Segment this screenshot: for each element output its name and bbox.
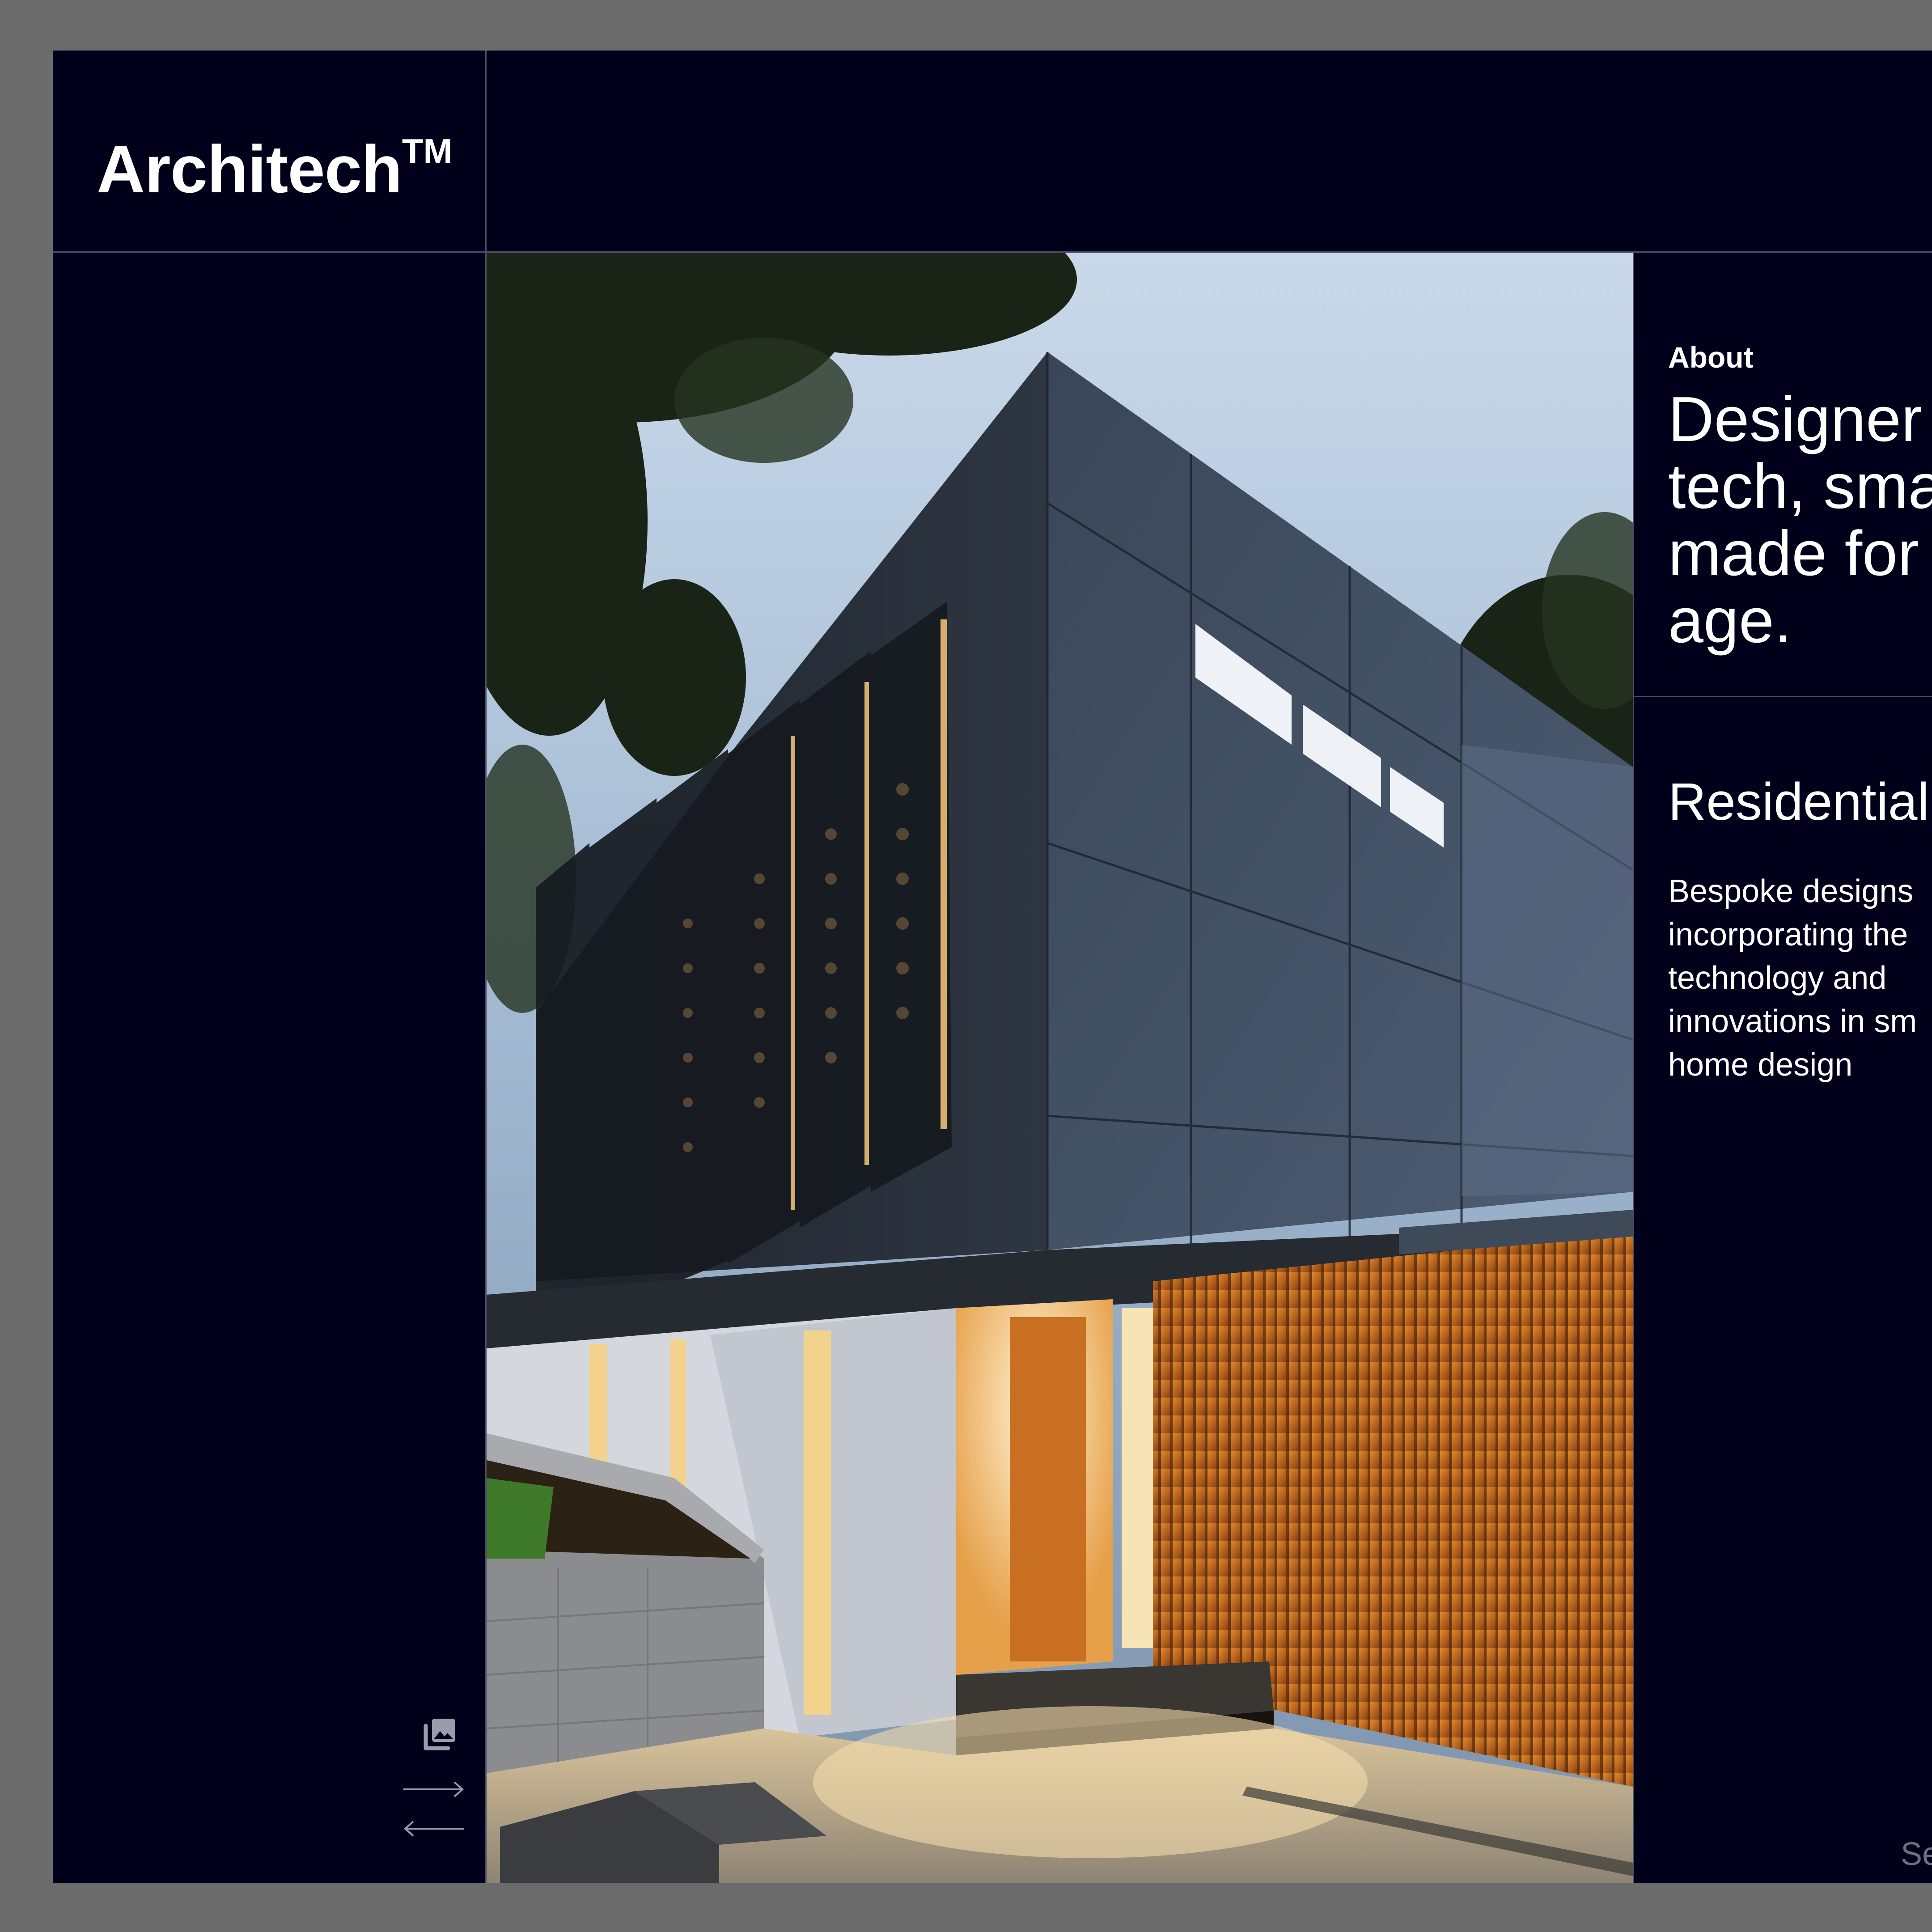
arrow-left-icon[interactable] <box>402 1815 465 1842</box>
scroll-hint[interactable]: Se <box>1901 1836 1932 1873</box>
arrow-right-icon[interactable] <box>402 1776 465 1803</box>
about-headline: Designer tech, sma made for age. <box>1668 384 1932 656</box>
trademark-mark: TM <box>402 131 453 171</box>
brand-name: Architech <box>97 131 402 207</box>
about-panel: About Designer tech, sma made for age. R… <box>1634 253 1932 1883</box>
hero-photo <box>487 253 1633 1883</box>
about-label: About <box>1668 341 1754 374</box>
section-title-residential[interactable]: Residential <box>1668 771 1929 832</box>
gallery-icon[interactable] <box>419 1714 460 1754</box>
page-frame: ArchitechTM About Designer tech, sma mad… <box>53 51 1932 1883</box>
section-body: Bespoke designs incorporating the techno… <box>1668 873 1917 1083</box>
brand-logo[interactable]: ArchitechTM <box>97 134 452 203</box>
